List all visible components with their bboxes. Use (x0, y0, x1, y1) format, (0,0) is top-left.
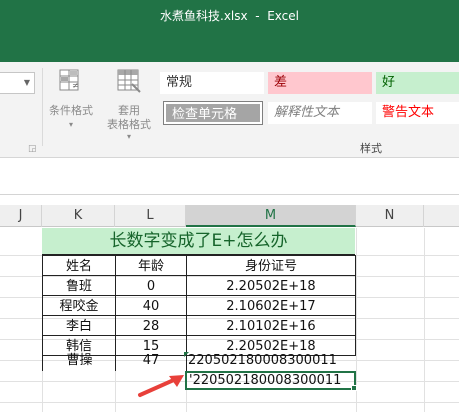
cell-name[interactable]: 曹操 (42, 350, 116, 371)
column-header-n[interactable]: N (356, 205, 424, 227)
chevron-down-icon: ▾ (68, 120, 73, 129)
cell-age[interactable]: 28 (115, 315, 187, 336)
header-age[interactable]: 年龄 (115, 255, 187, 276)
number-format-dropdown[interactable]: ▼ (0, 72, 35, 94)
table-title[interactable]: 长数字变成了E+怎么办 (42, 228, 355, 255)
cell-id[interactable]: 2.10602E+17 (186, 295, 356, 316)
cell-age[interactable]: 0 (115, 275, 187, 296)
header-name[interactable]: 姓名 (42, 255, 116, 276)
svg-text:≠: ≠ (72, 81, 79, 90)
ribbon: ▼ ≠ 条件格式 ▾ 套用 表格格式 ▾ 常规 差 好 检查单元格 解释性文本 … (0, 62, 459, 158)
cell-age[interactable]: 40 (115, 295, 187, 316)
style-bad[interactable]: 差 (268, 72, 372, 94)
column-header-j[interactable]: J (0, 205, 42, 227)
style-explanatory-text[interactable]: 解释性文本 (268, 102, 372, 124)
header-id[interactable]: 身份证号 (186, 255, 356, 276)
cell-styles-gallery: 常规 差 好 检查单元格 解释性文本 警告文本 (160, 72, 459, 132)
conditional-format-label: 条件格式 (49, 104, 93, 117)
dialog-launcher-icon[interactable]: ◲ (28, 144, 38, 154)
conditional-format-icon: ≠ (59, 69, 79, 91)
window-title: 水煮鱼科技.xlsx - Excel (160, 9, 299, 23)
formula-bar-area (0, 158, 459, 203)
column-header-k[interactable]: K (42, 205, 115, 227)
column-header-l[interactable]: L (115, 205, 186, 227)
cell-name[interactable]: 李白 (42, 315, 116, 336)
style-good[interactable]: 好 (376, 72, 459, 94)
divider (0, 194, 459, 195)
cell-id[interactable]: 2.20502E+18 (186, 275, 356, 296)
format-as-table-label-line1: 套用 (118, 104, 140, 117)
cell-id-text[interactable]: 220502180008300011 (186, 350, 356, 371)
cell-name[interactable]: 程咬金 (42, 295, 116, 316)
column-headers: J K L M N (0, 205, 459, 227)
fill-handle[interactable] (351, 385, 357, 391)
conditional-format-button[interactable]: ≠ 条件格式 ▾ (42, 68, 100, 138)
chevron-down-icon: ▾ (126, 132, 131, 141)
style-warning-text[interactable]: 警告文本 (376, 102, 459, 124)
styles-group-label: 样式 (360, 142, 382, 155)
format-as-table-label-line2: 表格格式 (107, 118, 151, 131)
column-header-m[interactable]: M (186, 205, 356, 227)
cell-name[interactable]: 鲁班 (42, 275, 116, 296)
cell-id[interactable]: 2.10102E+16 (186, 315, 356, 336)
error-indicator-icon (184, 352, 189, 357)
format-as-table-button[interactable]: 套用 表格格式 ▾ (100, 68, 158, 141)
active-cell-value: '220502180008300011 (189, 373, 342, 388)
style-normal[interactable]: 常规 (160, 72, 264, 94)
active-cell[interactable]: '220502180008300011 (185, 371, 356, 390)
cell-age[interactable]: 47 (115, 350, 187, 371)
style-check-cell[interactable]: 检查单元格 (163, 101, 263, 125)
arrow-icon (138, 375, 184, 397)
gridline (0, 402, 459, 403)
table-format-icon (117, 69, 141, 93)
title-bar: 水煮鱼科技.xlsx - Excel (0, 0, 459, 62)
chevron-down-icon: ▼ (23, 78, 30, 87)
